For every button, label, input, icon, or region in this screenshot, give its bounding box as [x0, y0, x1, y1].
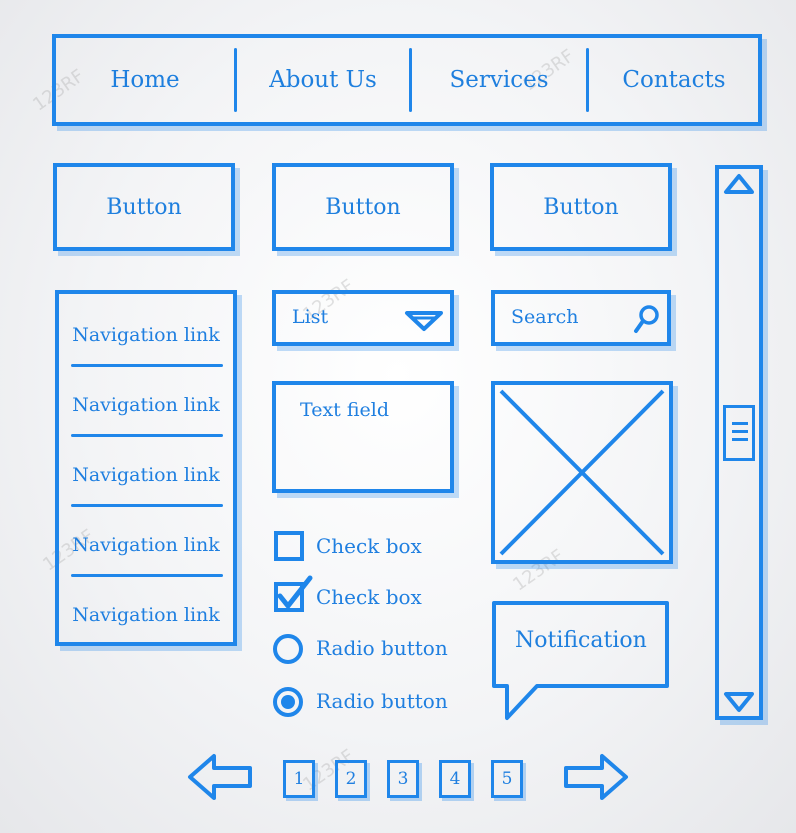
- button-2[interactable]: Button: [272, 163, 454, 251]
- search-icon[interactable]: [633, 304, 661, 338]
- checkbox-label-2: Check box: [316, 585, 422, 609]
- image-placeholder: [491, 381, 673, 564]
- search-field[interactable]: Search: [491, 290, 671, 346]
- navigation-link-5[interactable]: Navigation link: [59, 580, 233, 650]
- search-input[interactable]: Search: [511, 306, 579, 328]
- nav-item-contacts[interactable]: Contacts: [589, 38, 759, 122]
- link-divider: [71, 364, 223, 367]
- vertical-scrollbar[interactable]: [715, 165, 763, 720]
- next-arrow-icon[interactable]: [560, 752, 630, 806]
- link-divider: [71, 434, 223, 437]
- button-3[interactable]: Button: [490, 163, 672, 251]
- nav-item-about-us[interactable]: About Us: [237, 38, 409, 122]
- button-1[interactable]: Button: [53, 163, 235, 251]
- radio-dot: [281, 695, 295, 709]
- notification-text: Notification: [515, 628, 647, 653]
- radio-button-selected[interactable]: [273, 687, 303, 717]
- nav-item-home[interactable]: Home: [56, 38, 234, 122]
- list-dropdown[interactable]: List: [272, 290, 454, 346]
- link-divider: [71, 574, 223, 577]
- text-field[interactable]: Text field: [272, 381, 454, 493]
- page-3[interactable]: 3: [387, 760, 419, 798]
- page-4[interactable]: 4: [439, 760, 471, 798]
- page-5[interactable]: 5: [491, 760, 523, 798]
- navigation-link-3[interactable]: Navigation link: [59, 440, 233, 510]
- text-field-label: Text field: [300, 399, 389, 421]
- link-divider: [71, 504, 223, 507]
- checkbox-label-1: Check box: [316, 534, 422, 558]
- scroll-thumb[interactable]: [723, 405, 755, 461]
- page-1[interactable]: 1: [283, 760, 315, 798]
- navigation-link-4[interactable]: Navigation link: [59, 510, 233, 580]
- radio-label-2: Radio button: [316, 689, 448, 713]
- image-placeholder-icon: [499, 389, 665, 556]
- notification-bubble: Notification: [491, 600, 673, 725]
- checkbox-unchecked[interactable]: [274, 531, 304, 561]
- navigation-link-1[interactable]: Navigation link: [59, 300, 233, 370]
- chevron-down-icon: [404, 310, 444, 336]
- previous-arrow-icon[interactable]: [186, 752, 256, 806]
- radio-button-unselected[interactable]: [273, 634, 303, 664]
- checkmark-icon: [277, 575, 313, 609]
- radio-label-1: Radio button: [316, 636, 448, 660]
- scroll-up-arrow-icon[interactable]: [723, 173, 755, 199]
- list-dropdown-label: List: [292, 306, 329, 328]
- top-navigation-bar: Home About Us Services Contacts: [52, 34, 762, 126]
- page-2[interactable]: 2: [335, 760, 367, 798]
- navigation-link-2[interactable]: Navigation link: [59, 370, 233, 440]
- nav-item-services[interactable]: Services: [412, 38, 586, 122]
- checkbox-checked[interactable]: [274, 575, 313, 612]
- scroll-down-arrow-icon[interactable]: [723, 691, 755, 717]
- navigation-links-panel: Navigation link Navigation link Navigati…: [55, 290, 237, 646]
